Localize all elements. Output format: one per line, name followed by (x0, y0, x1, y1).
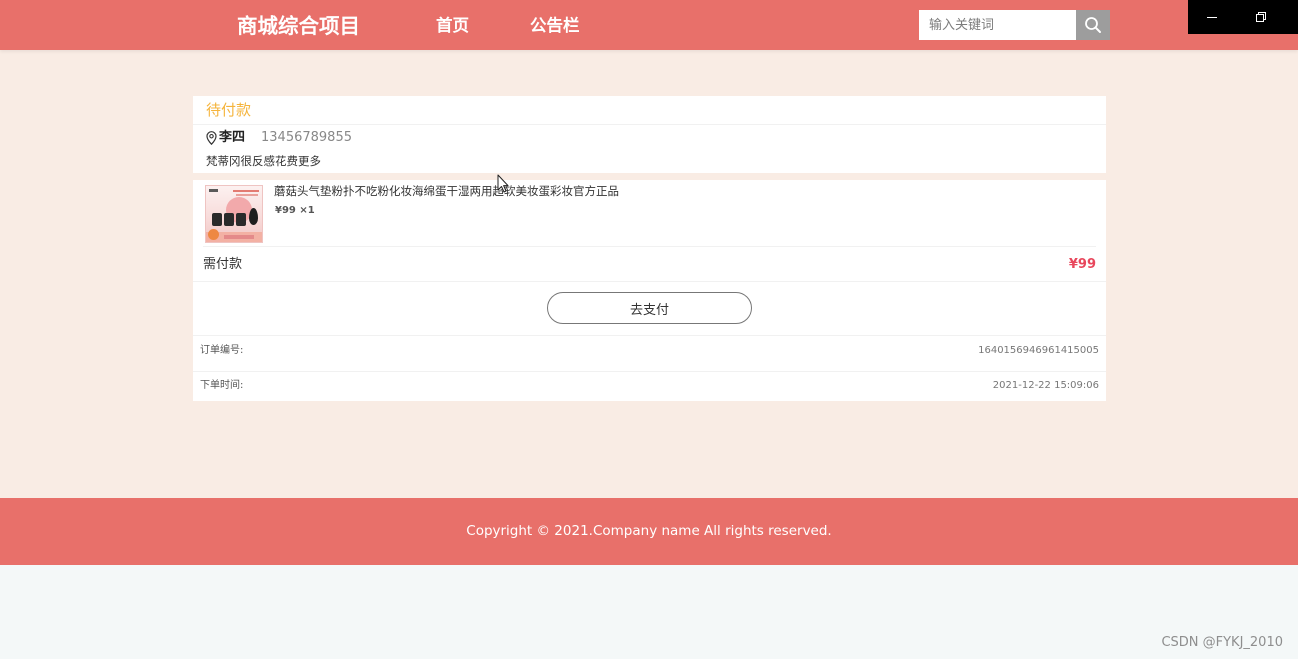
nav-item-announcements[interactable]: 公告栏 (530, 16, 580, 36)
product-image-detail (224, 213, 234, 226)
search-icon (1085, 17, 1101, 33)
minimize-icon (1207, 17, 1217, 18)
order-number-row: 订单编号: 1640156946961415005 (193, 336, 1106, 371)
order-item[interactable]: 蘑菇头气垫粉扑不吃粉化妆海绵蛋干湿两用超软美妆蛋彩妆官方正品 ¥99 ×1 (193, 180, 1106, 246)
location-pin-icon (206, 131, 217, 145)
restore-button[interactable] (1238, 0, 1284, 34)
order-detail-card: 蘑菇头气垫粉扑不吃粉化妆海绵蛋干湿两用超软美妆蛋彩妆官方正品 ¥99 ×1 需付… (193, 180, 1106, 401)
product-image-detail (224, 235, 254, 239)
order-time-label: 下单时间: (200, 380, 244, 391)
brand-title[interactable]: 商城综合项目 (237, 13, 360, 39)
top-nav-bar: 商城综合项目 首页 公告栏 (0, 0, 1298, 50)
product-quantity: ×1 (299, 205, 315, 216)
divider (193, 124, 1106, 125)
minimize-button[interactable] (1189, 0, 1235, 34)
order-number-value: 1640156946961415005 (978, 345, 1099, 356)
footer: Copyright © 2021.Company name All rights… (0, 498, 1298, 565)
recipient-name: 李四 (219, 130, 246, 145)
pay-button[interactable]: 去支付 (547, 292, 752, 324)
restore-icon (1256, 12, 1266, 22)
address-detail: 梵蒂冈很反感花费更多 (206, 154, 321, 168)
product-image-detail (209, 189, 218, 192)
product-image-detail (233, 190, 259, 192)
order-time-value: 2021-12-22 15:09:06 (992, 380, 1099, 391)
payable-label: 需付款 (203, 257, 243, 272)
footer-copyright: Copyright © 2021.Company name All rights… (466, 523, 832, 539)
product-price-line: ¥99 ×1 (275, 205, 315, 217)
order-time-row: 下单时间: 2021-12-22 15:09:06 (193, 372, 1106, 401)
product-thumbnail (205, 185, 263, 243)
order-address-card: 待付款 李四 13456789855 梵蒂冈很反感花费更多 (193, 96, 1106, 173)
order-status: 待付款 (206, 101, 252, 119)
divider (193, 281, 1106, 282)
product-price: ¥99 (275, 205, 296, 216)
payable-row: 需付款 ¥99 (193, 247, 1106, 281)
window-controls (1188, 0, 1298, 34)
search-input[interactable] (919, 10, 1076, 40)
product-image-detail (208, 229, 219, 240)
mouse-cursor (497, 174, 509, 193)
product-image-detail (236, 194, 258, 196)
product-image-detail (236, 213, 246, 226)
main-content: 待付款 李四 13456789855 梵蒂冈很反感花费更多 蘑菇头气垫粉扑不吃粉… (0, 50, 1298, 498)
product-image-detail (249, 208, 258, 225)
nav-item-home[interactable]: 首页 (436, 16, 469, 36)
product-image-detail (212, 213, 222, 226)
search-button[interactable] (1076, 10, 1110, 40)
watermark: CSDN @FYKJ_2010 (1161, 635, 1283, 650)
recipient-phone: 13456789855 (261, 130, 352, 145)
product-title: 蘑菇头气垫粉扑不吃粉化妆海绵蛋干湿两用超软美妆蛋彩妆官方正品 (274, 184, 619, 198)
payable-amount: ¥99 (1068, 257, 1096, 272)
order-number-label: 订单编号: (200, 345, 244, 356)
